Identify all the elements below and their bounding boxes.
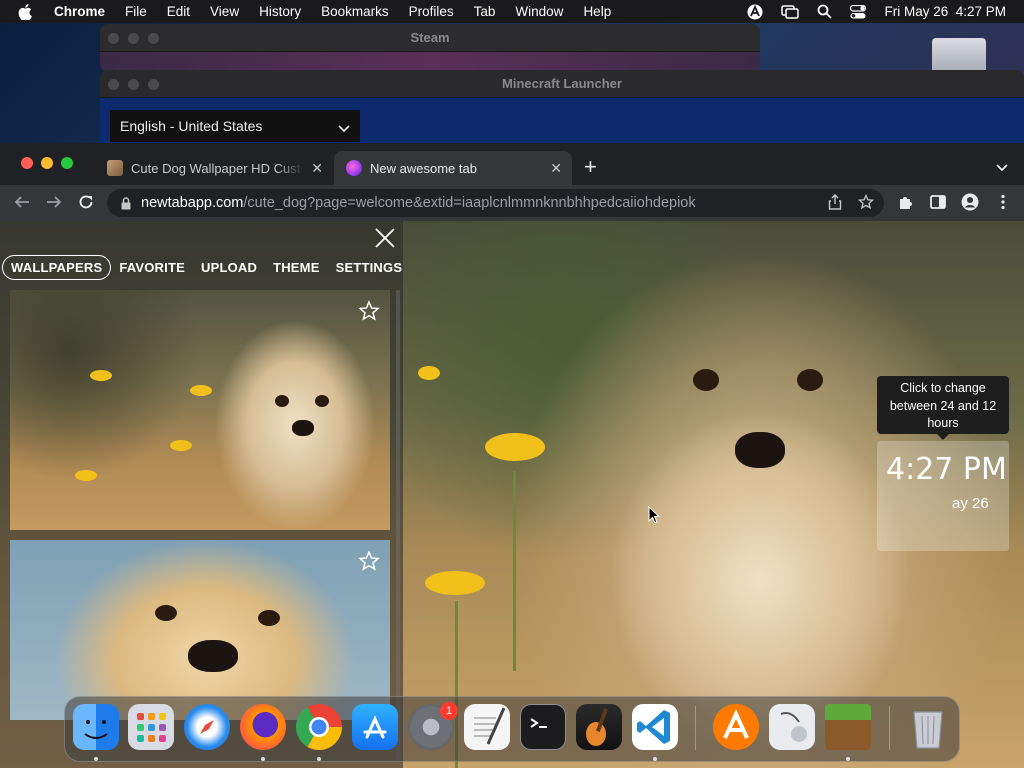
share-icon[interactable] [828,194,842,214]
background-window-edge [932,38,986,72]
forward-arrow-icon[interactable] [45,193,63,216]
mouse-cursor-icon [648,505,661,529]
firefox-icon[interactable] [240,704,286,750]
url-path: /cute_dog?page=welcome&extid=iaaplcnlmmn… [243,195,696,211]
tab-title: Cute Dog Wallpaper HD Custom [131,160,303,176]
tab-title: New awesome tab [370,160,477,176]
browser-toolbar: newtabapp.com /cute_dog?page=welcome&ext… [0,185,1024,221]
new-tab-plus-icon[interactable]: + [584,156,597,178]
chrome-icon[interactable] [296,704,342,750]
tab-cute-dog-wallpaper[interactable]: Cute Dog Wallpaper HD Custom ✕ [95,151,333,185]
language-select[interactable]: English - United States [110,110,360,142]
tab-search-chevron-icon[interactable] [996,159,1008,177]
favorite-star-icon[interactable] [358,300,380,327]
close-panel-icon[interactable] [374,227,396,254]
apple-menu-icon[interactable] [18,3,36,20]
status-area: Fri May 26 4:27 PM [747,0,1006,23]
minecraft-title: Minecraft Launcher [502,76,622,91]
chrome-window[interactable]: Cute Dog Wallpaper HD Custom ✕ New aweso… [0,143,1024,768]
side-panel-icon[interactable] [929,193,947,216]
tab-strip: Cute Dog Wallpaper HD Custom ✕ New aweso… [0,143,1024,185]
wallpaper-thumbnail[interactable] [10,290,390,530]
menu-help[interactable]: Help [583,4,611,19]
notification-badge: 1 [440,702,458,720]
panel-tab-bar: WALLPAPERS FAVORITE UPLOAD THEME SETTING… [2,255,410,280]
address-bar[interactable]: newtabapp.com /cute_dog?page=welcome&ext… [107,189,884,217]
trash-icon[interactable] [905,704,951,750]
window-controls [108,79,159,90]
menu-profiles[interactable]: Profiles [409,4,454,19]
active-app-name[interactable]: Chrome [54,4,105,19]
terminal-icon[interactable] [520,704,566,750]
dock-separator [889,706,890,750]
menu-edit[interactable]: Edit [167,4,190,19]
steam-title: Steam [410,30,450,45]
finder-icon[interactable] [73,704,119,750]
menubar-clock[interactable]: Fri May 26 4:27 PM [884,4,1006,19]
launchpad-icon[interactable] [128,704,174,750]
screen-mirroring-icon[interactable] [781,4,800,19]
tab-favicon [346,160,362,176]
reload-icon[interactable] [77,193,95,216]
preview-icon[interactable] [769,704,815,750]
running-indicator [653,757,657,761]
minimize-window-button[interactable] [41,157,53,169]
window-controls [108,33,159,44]
running-indicator [846,757,850,761]
safari-icon[interactable] [184,704,230,750]
tab-favicon [107,160,123,176]
panel-scrollbar[interactable] [396,290,400,760]
language-select-value: English - United States [120,118,263,134]
minecraft-titlebar[interactable]: Minecraft Launcher [100,70,1024,98]
tab-close-icon[interactable]: ✕ [311,161,323,175]
control-center-icon[interactable] [850,4,867,19]
fullscreen-window-button[interactable] [61,157,73,169]
menu-tab[interactable]: Tab [474,4,496,19]
back-arrow-icon[interactable] [13,193,31,216]
avast-icon[interactable] [713,704,759,750]
garageband-icon[interactable] [576,704,622,750]
tab-upload[interactable]: UPLOAD [193,255,265,280]
tab-new-awesome-tab[interactable]: New awesome tab ✕ [334,151,572,185]
bookmark-star-icon[interactable] [857,193,875,214]
tab-close-icon[interactable]: ✕ [550,161,562,175]
avast-status-icon[interactable] [747,4,763,20]
dock-separator [695,706,696,750]
chevron-down-icon [338,120,350,136]
clock-format-tooltip: Click to change between 24 and 12 hours [877,376,1009,440]
clock-time[interactable]: 4:27 PM [886,452,1007,487]
profile-avatar-icon[interactable] [961,193,979,216]
menu-view[interactable]: View [210,4,239,19]
close-window-button[interactable] [21,157,33,169]
app-store-icon[interactable] [352,704,398,750]
tab-wallpapers[interactable]: WALLPAPERS [2,255,112,280]
menu-window[interactable]: Window [515,4,563,19]
extensions-puzzle-icon[interactable] [897,193,915,216]
tab-theme[interactable]: THEME [265,255,328,280]
menu-bookmarks[interactable]: Bookmarks [321,4,389,19]
steam-window[interactable]: Steam [100,24,760,72]
running-indicator [94,757,98,761]
tab-favorite[interactable]: FAVORITE [111,255,193,280]
favorite-star-icon[interactable] [358,550,380,577]
page-content: WALLPAPERS FAVORITE UPLOAD THEME SETTING… [0,221,1024,768]
running-indicator [261,757,265,761]
menu-history[interactable]: History [259,4,301,19]
menu-bar: Chrome File Edit View History Bookmarks … [0,0,1024,23]
steam-content-strip [100,52,760,72]
spotlight-search-icon[interactable] [817,4,833,19]
wallpaper-side-panel: WALLPAPERS FAVORITE UPLOAD THEME SETTING… [0,221,403,768]
wallpaper-thumbnail[interactable] [10,540,390,720]
running-indicator [317,757,321,761]
textedit-icon[interactable] [464,704,510,750]
vscode-icon[interactable] [632,704,678,750]
steam-titlebar[interactable]: Steam [100,24,760,52]
clock-date: ay 26 [952,495,989,512]
tab-settings[interactable]: SETTINGS [328,255,411,280]
minecraft-icon[interactable] [825,704,871,750]
lock-icon[interactable] [121,196,131,210]
more-menu-icon[interactable] [994,193,1012,216]
url-host: newtabapp.com [141,195,244,211]
menu-file[interactable]: File [125,4,147,19]
